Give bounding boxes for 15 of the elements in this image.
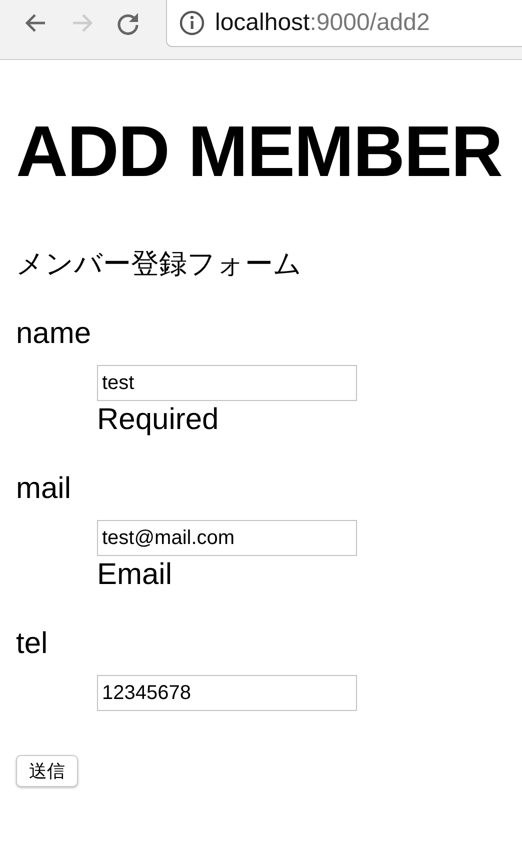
validation-hint: Email bbox=[97, 557, 172, 593]
url-path: :9000/add2 bbox=[310, 9, 430, 37]
submit-button[interactable]: 送信 bbox=[16, 755, 78, 787]
input-field[interactable]: test@mail.com bbox=[97, 520, 357, 556]
info-icon bbox=[179, 10, 205, 36]
url-host: localhost bbox=[215, 9, 310, 37]
form-subtitle: メンバー登録フォーム bbox=[16, 246, 302, 282]
field-label: tel bbox=[16, 626, 48, 662]
input-field[interactable]: 12345678 bbox=[97, 675, 357, 711]
page-title: ADD MEMBER bbox=[16, 112, 503, 192]
input-field[interactable]: test bbox=[97, 365, 357, 401]
field-label: name bbox=[16, 316, 92, 352]
address-bar[interactable]: localhost:9000/add2 bbox=[166, 0, 522, 47]
field-label: mail bbox=[16, 471, 72, 507]
validation-hint: Required bbox=[97, 402, 219, 438]
